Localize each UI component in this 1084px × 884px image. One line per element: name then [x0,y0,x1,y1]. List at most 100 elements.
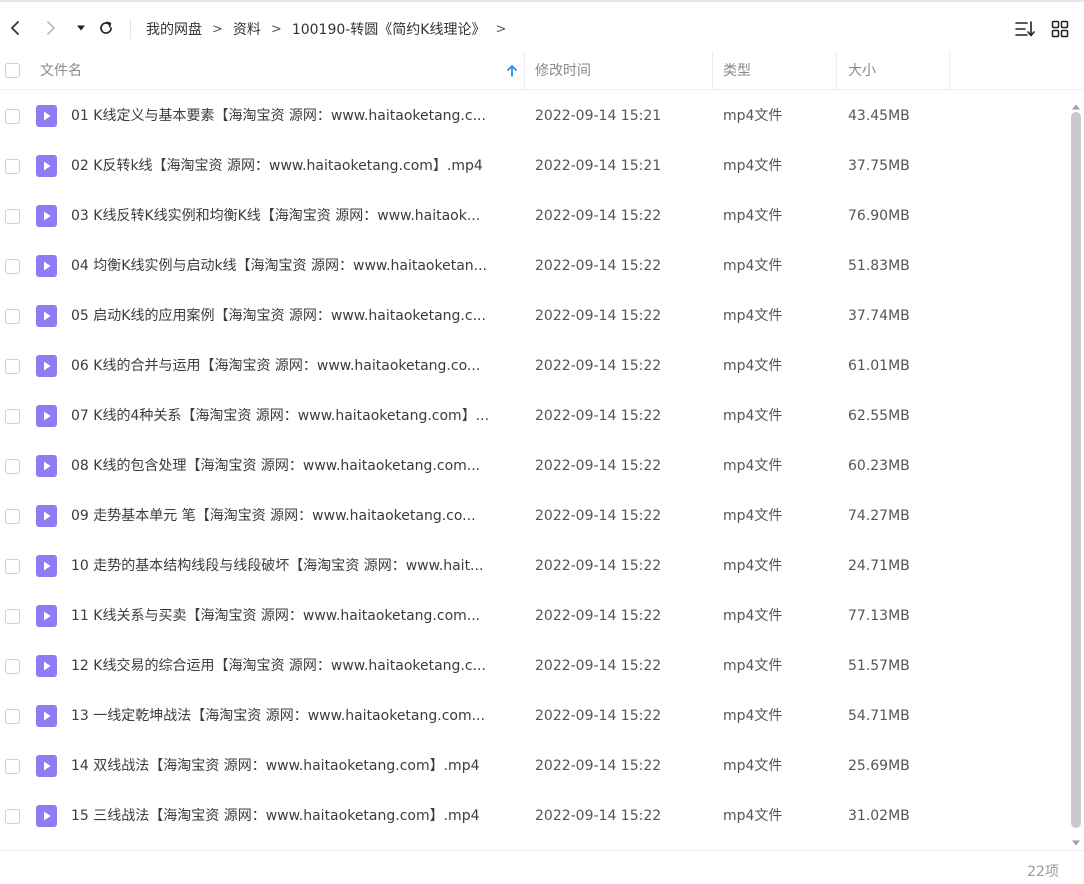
file-size: 51.57MB [848,658,910,674]
column-divider[interactable] [524,52,525,90]
refresh-icon[interactable] [95,16,117,40]
file-type: mp4文件 [723,408,783,424]
file-name[interactable]: 12 K线交易的综合运用【海淘宝资 源网：www.haitaoketang.c.… [71,641,513,691]
sort-list-icon[interactable] [1012,16,1038,42]
sort-ascending-icon[interactable] [505,64,519,78]
file-name[interactable]: 07 K线的4种关系【海淘宝资 源网：www.haitaoketang.com】… [71,391,513,441]
file-name[interactable]: 05 启动K线的应用案例【海淘宝资 源网：www.haitaoketang.c.… [71,291,513,341]
file-size: 77.13MB [848,608,910,624]
column-divider[interactable] [949,52,950,90]
file-type: mp4文件 [723,458,783,474]
file-row[interactable]: 01 K线定义与基本要素【海淘宝资 源网：www.haitaoketang.c.… [0,91,1066,141]
back-arrow-icon[interactable] [4,16,26,40]
row-checkbox[interactable] [5,409,20,424]
column-divider[interactable] [712,52,713,90]
video-file-icon [36,455,57,477]
file-type: mp4文件 [723,608,783,624]
file-row[interactable]: 13 一线定乾坤战法【海淘宝资 源网：www.haitaoketang.com.… [0,691,1066,741]
file-size: 60.23MB [848,458,910,474]
row-checkbox[interactable] [5,559,20,574]
row-checkbox[interactable] [5,709,20,724]
breadcrumb-item-folder[interactable]: 资料 [233,19,261,39]
file-size: 25.69MB [848,758,910,774]
scroll-down-arrow-icon[interactable] [1071,832,1081,846]
file-modified-time: 2022-09-14 15:22 [535,808,662,824]
file-row[interactable]: 09 走势基本单元 笔【海淘宝资 源网：www.haitaoketang.co.… [0,491,1066,541]
video-file-icon [36,805,57,827]
file-row[interactable]: 08 K线的包含处理【海淘宝资 源网：www.haitaoketang.com.… [0,441,1066,491]
breadcrumb-more-chevron[interactable]: > [496,22,507,37]
file-modified-time: 2022-09-14 15:22 [535,558,662,574]
column-header-modified[interactable]: 修改时间 [535,52,591,90]
file-name[interactable]: 04 均衡K线实例与启动k线【海淘宝资 源网：www.haitaoketan..… [71,241,513,291]
file-name[interactable]: 03 K线反转K线实例和均衡K线【海淘宝资 源网：www.haitaok... [71,191,513,241]
file-row[interactable]: 02 K反转k线【海淘宝资 源网：www.haitaoketang.com】.m… [0,141,1066,191]
file-name[interactable]: 14 双线战法【海淘宝资 源网：www.haitaoketang.com】.mp… [71,741,513,791]
file-name[interactable]: 15 三线战法【海淘宝资 源网：www.haitaoketang.com】.mp… [71,791,513,841]
file-modified-time: 2022-09-14 15:21 [535,158,662,174]
row-checkbox[interactable] [5,209,20,224]
file-name[interactable]: 01 K线定义与基本要素【海淘宝资 源网：www.haitaoketang.c.… [71,91,513,141]
file-type: mp4文件 [723,708,783,724]
file-type: mp4文件 [723,258,783,274]
row-checkbox[interactable] [5,509,20,524]
file-size: 76.90MB [848,208,910,224]
file-name[interactable]: 11 K线关系与买卖【海淘宝资 源网：www.haitaoketang.com.… [71,591,513,641]
breadcrumb-item-current[interactable]: 100190-转圆《简约K线理论》 [292,19,486,39]
file-row[interactable]: 04 均衡K线实例与启动k线【海淘宝资 源网：www.haitaoketan..… [0,241,1066,291]
video-file-icon [36,155,57,177]
file-type: mp4文件 [723,558,783,574]
breadcrumb-separator: > [212,21,223,37]
file-type: mp4文件 [723,658,783,674]
file-name[interactable]: 08 K线的包含处理【海淘宝资 源网：www.haitaoketang.com.… [71,441,513,491]
grid-view-icon[interactable] [1047,16,1073,42]
file-name[interactable]: 02 K反转k线【海淘宝资 源网：www.haitaoketang.com】.m… [71,141,513,191]
file-name[interactable]: 09 走势基本单元 笔【海淘宝资 源网：www.haitaoketang.co.… [71,491,513,541]
file-row[interactable]: 10 走势的基本结构线段与线段破坏【海淘宝资 源网：www.hait... 20… [0,541,1066,591]
file-row[interactable]: 03 K线反转K线实例和均衡K线【海淘宝资 源网：www.haitaok... … [0,191,1066,241]
file-name[interactable]: 06 K线的合并与运用【海淘宝资 源网：www.haitaoketang.co.… [71,341,513,391]
video-file-icon [36,255,57,277]
column-divider[interactable] [836,52,837,90]
forward-arrow-icon[interactable] [40,16,62,40]
file-modified-time: 2022-09-14 15:21 [535,108,662,124]
row-checkbox[interactable] [5,459,20,474]
row-checkbox[interactable] [5,309,20,324]
video-file-icon [36,605,57,627]
video-file-icon [36,555,57,577]
row-checkbox[interactable] [5,359,20,374]
file-modified-time: 2022-09-14 15:22 [535,258,662,274]
column-header-type[interactable]: 类型 [723,52,751,90]
file-row[interactable]: 14 双线战法【海淘宝资 源网：www.haitaoketang.com】.mp… [0,741,1066,791]
file-row[interactable]: 12 K线交易的综合运用【海淘宝资 源网：www.haitaoketang.c.… [0,641,1066,691]
column-header-size[interactable]: 大小 [848,52,876,90]
row-checkbox[interactable] [5,809,20,824]
row-checkbox[interactable] [5,259,20,274]
column-header-name[interactable]: 文件名 [40,52,82,90]
file-size: 31.02MB [848,808,910,824]
row-checkbox[interactable] [5,109,20,124]
file-row[interactable]: 05 启动K线的应用案例【海淘宝资 源网：www.haitaoketang.c.… [0,291,1066,341]
row-checkbox[interactable] [5,759,20,774]
caret-down-icon[interactable] [70,16,92,40]
select-all-checkbox[interactable] [5,63,20,78]
row-checkbox[interactable] [5,609,20,624]
breadcrumb-item-root[interactable]: 我的网盘 [146,19,202,39]
file-row[interactable]: 15 三线战法【海淘宝资 源网：www.haitaoketang.com】.mp… [0,791,1066,841]
video-file-icon [36,305,57,327]
file-name[interactable]: 10 走势的基本结构线段与线段破坏【海淘宝资 源网：www.hait... [71,541,513,591]
toolbar-divider [130,19,131,39]
video-file-icon [36,505,57,527]
scroll-up-arrow-icon[interactable] [1071,96,1081,110]
file-size: 37.75MB [848,158,910,174]
file-modified-time: 2022-09-14 15:22 [535,458,662,474]
file-row[interactable]: 06 K线的合并与运用【海淘宝资 源网：www.haitaoketang.co.… [0,341,1066,391]
row-checkbox[interactable] [5,659,20,674]
video-file-icon [36,755,57,777]
file-row[interactable]: 07 K线的4种关系【海淘宝资 源网：www.haitaoketang.com】… [0,391,1066,441]
file-name[interactable]: 13 一线定乾坤战法【海淘宝资 源网：www.haitaoketang.com.… [71,691,513,741]
row-checkbox[interactable] [5,159,20,174]
scrollbar-thumb[interactable] [1071,112,1081,828]
file-row[interactable]: 11 K线关系与买卖【海淘宝资 源网：www.haitaoketang.com.… [0,591,1066,641]
file-size: 54.71MB [848,708,910,724]
